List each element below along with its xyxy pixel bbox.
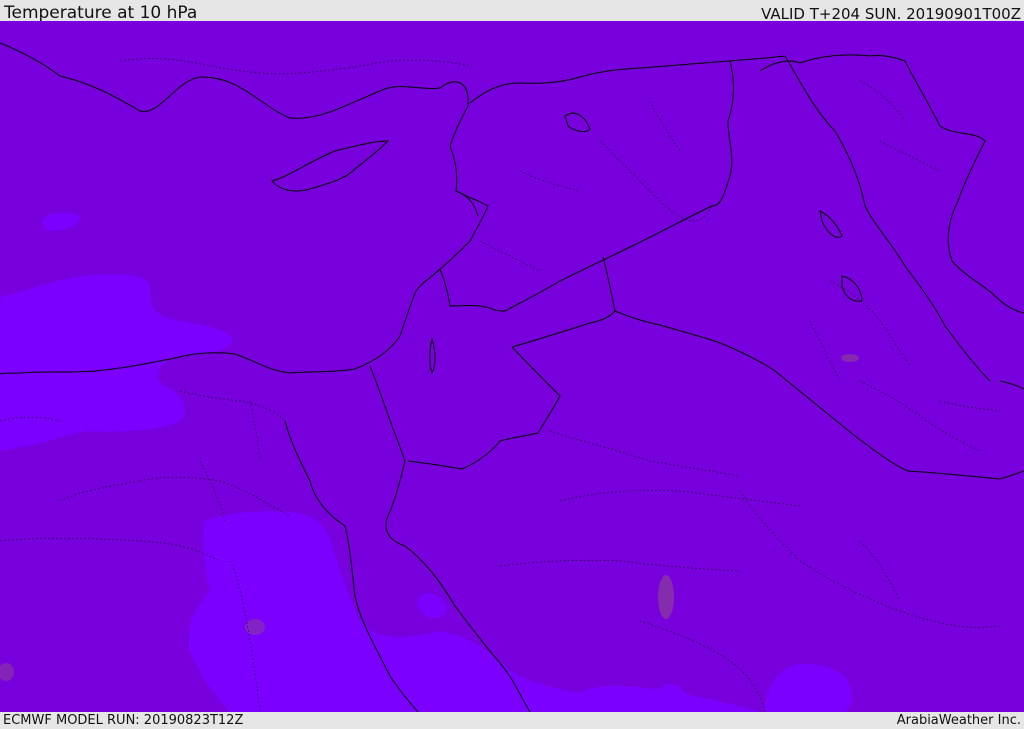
weather-map[interactable] [0, 21, 1024, 712]
map-title: Temperature at 10 hPa [4, 3, 198, 23]
credit-label: ArabiaWeather Inc. [896, 713, 1021, 728]
model-run-label: ECMWF MODEL RUN: 20190823T12Z [3, 713, 244, 728]
footer-bar: ECMWF MODEL RUN: 20190823T12Z ArabiaWeat… [0, 712, 1024, 729]
map-canvas [0, 21, 1024, 712]
temperature-cold-spot-iraq [841, 354, 859, 362]
temperature-cold-spot-arabia [658, 575, 674, 619]
header-bar: Temperature at 10 hPa VALID T+204 SUN. 2… [0, 0, 1024, 23]
